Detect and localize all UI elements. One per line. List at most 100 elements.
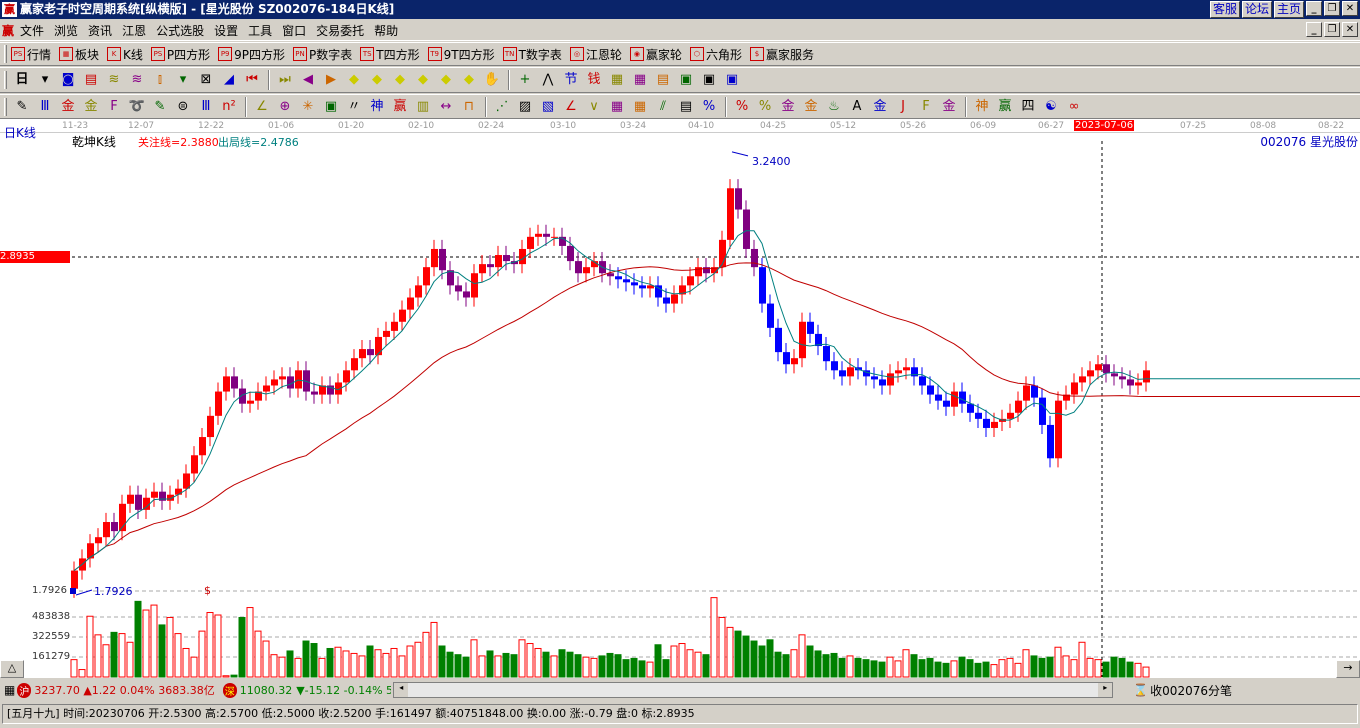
menu-item[interactable]: 文件: [20, 22, 44, 39]
toolbar-button[interactable]: PN P数字表: [293, 46, 352, 63]
star-icon[interactable]: ✳: [297, 97, 319, 117]
child-close-button[interactable]: ✕: [1342, 22, 1358, 37]
calendar-icon[interactable]: ▦: [606, 70, 628, 90]
pen-icon[interactable]: ✎: [11, 97, 33, 117]
box-icon[interactable]: ⊓: [458, 97, 480, 117]
diamond-left-icon[interactable]: ◆: [343, 70, 365, 90]
line-icon[interactable]: ⋀: [537, 70, 559, 90]
toolbar-grip[interactable]: [4, 45, 7, 63]
toolbar-grip[interactable]: [4, 71, 7, 89]
lines-icon[interactable]: 〃: [343, 97, 365, 117]
period-select-icon[interactable]: ▾: [34, 70, 56, 90]
hand-icon[interactable]: ✋: [481, 70, 503, 90]
menu-item[interactable]: 资讯: [88, 22, 112, 39]
j-icon[interactable]: J: [892, 97, 914, 117]
toolbar-button[interactable]: ◎ 江恩轮: [569, 46, 622, 63]
grid2-icon[interactable]: ▦: [606, 97, 628, 117]
taiji-icon[interactable]: ☯: [1040, 97, 1062, 117]
menu-item[interactable]: 窗口: [282, 22, 306, 39]
n2-icon[interactable]: n²: [218, 97, 240, 117]
sell-icon[interactable]: ⊠: [195, 70, 217, 90]
pct-icon[interactable]: %: [698, 97, 720, 117]
scroll-right-button[interactable]: →: [1336, 660, 1360, 678]
diamond-cross-icon[interactable]: ◆: [458, 70, 480, 90]
forum-link[interactable]: 论坛: [1241, 1, 1272, 18]
list-icon[interactable]: ▤: [675, 97, 697, 117]
home-link[interactable]: 主页: [1273, 1, 1304, 18]
zoom-icon[interactable]: ◙: [57, 70, 79, 90]
diag-icon[interactable]: ⫽: [652, 97, 674, 117]
f-icon[interactable]: F: [103, 97, 125, 117]
wave3-icon[interactable]: ≋: [103, 70, 125, 90]
toolbar-button[interactable]: PS 行情: [11, 46, 51, 63]
toolbar-grip[interactable]: [4, 97, 7, 116]
print-icon[interactable]: ▣: [698, 70, 720, 90]
grid3-icon[interactable]: ▦: [629, 97, 651, 117]
toolbar-button[interactable]: ▦ 板块: [59, 46, 99, 63]
grid-icon[interactable]: ▥: [412, 97, 434, 117]
shen2-icon[interactable]: 神: [971, 97, 993, 117]
wave9-icon[interactable]: ≋: [126, 70, 148, 90]
left-icon[interactable]: ◀: [297, 70, 319, 90]
quote-table-icon[interactable]: ▦: [4, 683, 15, 697]
pct2-icon[interactable]: %: [731, 97, 753, 117]
crosshair-icon[interactable]: +: [514, 70, 536, 90]
toolbar-button[interactable]: ⬡ 六角形: [689, 46, 742, 63]
toolbar-button[interactable]: ◉ 赢家轮: [629, 46, 682, 63]
bars-icon[interactable]: Ⅲ: [34, 97, 56, 117]
bars2-icon[interactable]: Ⅲ: [195, 97, 217, 117]
child-restore-button[interactable]: ❐: [1324, 22, 1340, 37]
save-icon[interactable]: ▣: [675, 70, 697, 90]
kline-chart[interactable]: 11-23 12-07 12-22 01-06 01-20 02-10 02-24 03-10…: [0, 119, 1360, 678]
right-icon[interactable]: ▶: [320, 70, 342, 90]
horizontal-scrollbar[interactable]: ◂ ▸: [393, 682, 1114, 698]
spiral-icon[interactable]: ➰: [126, 97, 148, 117]
v-icon[interactable]: ∨: [583, 97, 605, 117]
fan-icon[interactable]: 钱: [583, 70, 605, 90]
minimize-button[interactable]: _: [1306, 1, 1322, 16]
diamond-right-icon[interactable]: ◆: [366, 70, 388, 90]
target-icon[interactable]: ⊕: [274, 97, 296, 117]
gold5-icon[interactable]: 金: [869, 97, 891, 117]
gold4-icon[interactable]: 金: [800, 97, 822, 117]
toolbar-button[interactable]: T9 9T四方形: [427, 46, 495, 63]
collapse-button[interactable]: △: [0, 660, 24, 678]
sq3-icon[interactable]: ▧: [537, 97, 559, 117]
note-icon[interactable]: ▤: [80, 70, 102, 90]
service-link[interactable]: 客服: [1209, 1, 1240, 18]
diamond-x-icon[interactable]: ◆: [412, 70, 434, 90]
gold1-icon[interactable]: 金: [57, 97, 79, 117]
toolbar-button[interactable]: K K线: [107, 46, 143, 63]
report-icon[interactable]: ▤: [652, 70, 674, 90]
scroll-left-arrow[interactable]: ◂: [394, 683, 409, 697]
calculator-icon[interactable]: ▦: [629, 70, 651, 90]
jie-icon[interactable]: 节: [560, 70, 582, 90]
fire-icon[interactable]: ♨: [823, 97, 845, 117]
si-icon[interactable]: 四: [1017, 97, 1039, 117]
pen2-icon[interactable]: ✎: [149, 97, 171, 117]
f2-icon[interactable]: F: [915, 97, 937, 117]
shen-icon[interactable]: 神: [366, 97, 388, 117]
angle-icon[interactable]: ∠: [251, 97, 273, 117]
close-button[interactable]: ✕: [1342, 1, 1358, 16]
toolbar-button[interactable]: TN T数字表: [502, 46, 562, 63]
menu-item[interactable]: 工具: [248, 22, 272, 39]
sq2-icon[interactable]: ▨: [514, 97, 536, 117]
restore-button[interactable]: ❐: [1324, 1, 1340, 16]
gold6-icon[interactable]: 金: [938, 97, 960, 117]
fan2-icon[interactable]: ⋰: [491, 97, 513, 117]
last-icon[interactable]: ⏭: [274, 70, 296, 90]
menu-item[interactable]: 帮助: [374, 22, 398, 39]
range-icon[interactable]: ↔: [435, 97, 457, 117]
child-minimize-button[interactable]: _: [1306, 22, 1322, 37]
toolbar-button[interactable]: PS P四方形: [150, 46, 210, 63]
toolbar-button[interactable]: $ 赢家服务: [749, 46, 814, 63]
toolbar-button[interactable]: P9 9P四方形: [218, 46, 285, 63]
first-icon[interactable]: ⏮: [241, 70, 263, 90]
menu-item[interactable]: 浏览: [54, 22, 78, 39]
menu-item[interactable]: 江恩: [122, 22, 146, 39]
menu-item[interactable]: 公式选股: [156, 22, 204, 39]
pct3-icon[interactable]: %: [754, 97, 776, 117]
square-icon[interactable]: ▣: [320, 97, 342, 117]
gold3-icon[interactable]: 金: [777, 97, 799, 117]
